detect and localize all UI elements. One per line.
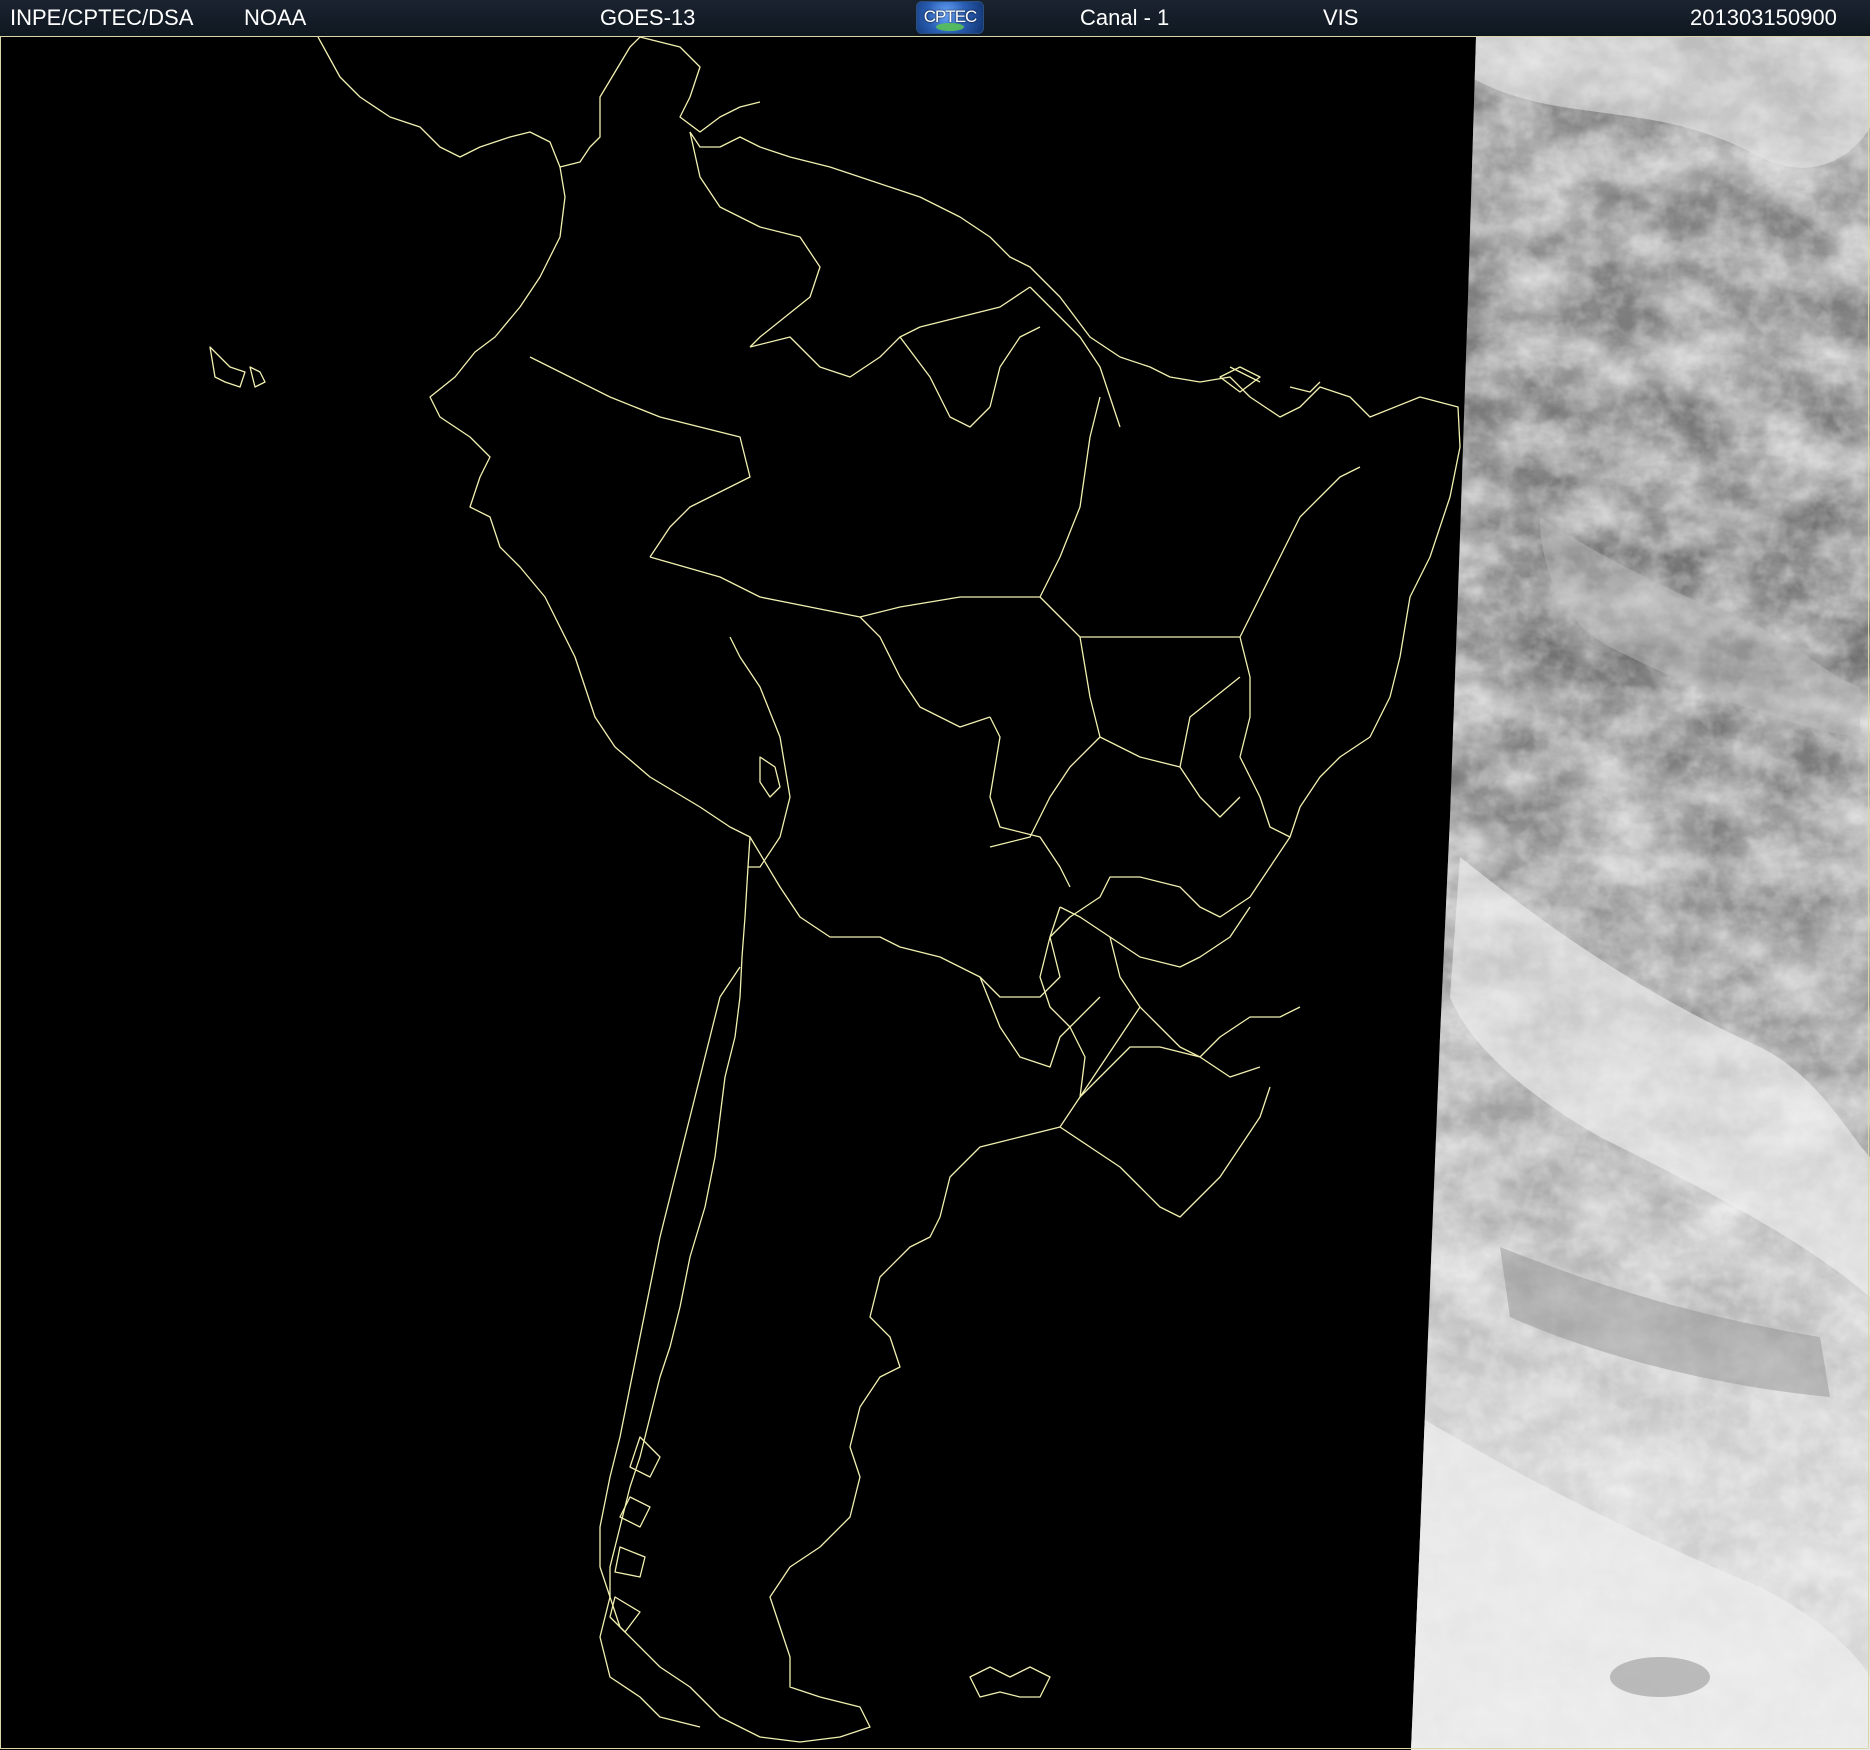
organization-label: INPE/CPTEC/DSA [10, 5, 194, 30]
satellite-label: GOES-13 [600, 5, 696, 30]
cloud-imagery [1411, 37, 1870, 1750]
band-label: VIS [1323, 5, 1359, 30]
logo-text: CPTEC [923, 7, 978, 26]
channel-label: Canal - 1 [1080, 5, 1170, 30]
image-header: INPE/CPTEC/DSA NOAA GOES-13 CPTEC Canal … [0, 0, 1870, 37]
cptec-logo: CPTEC [916, 1, 984, 34]
agency-label: NOAA [244, 5, 307, 30]
satellite-map [0, 37, 1870, 1750]
timestamp-label: 201303150900 [1690, 5, 1837, 30]
map-svg [0, 37, 1870, 1750]
